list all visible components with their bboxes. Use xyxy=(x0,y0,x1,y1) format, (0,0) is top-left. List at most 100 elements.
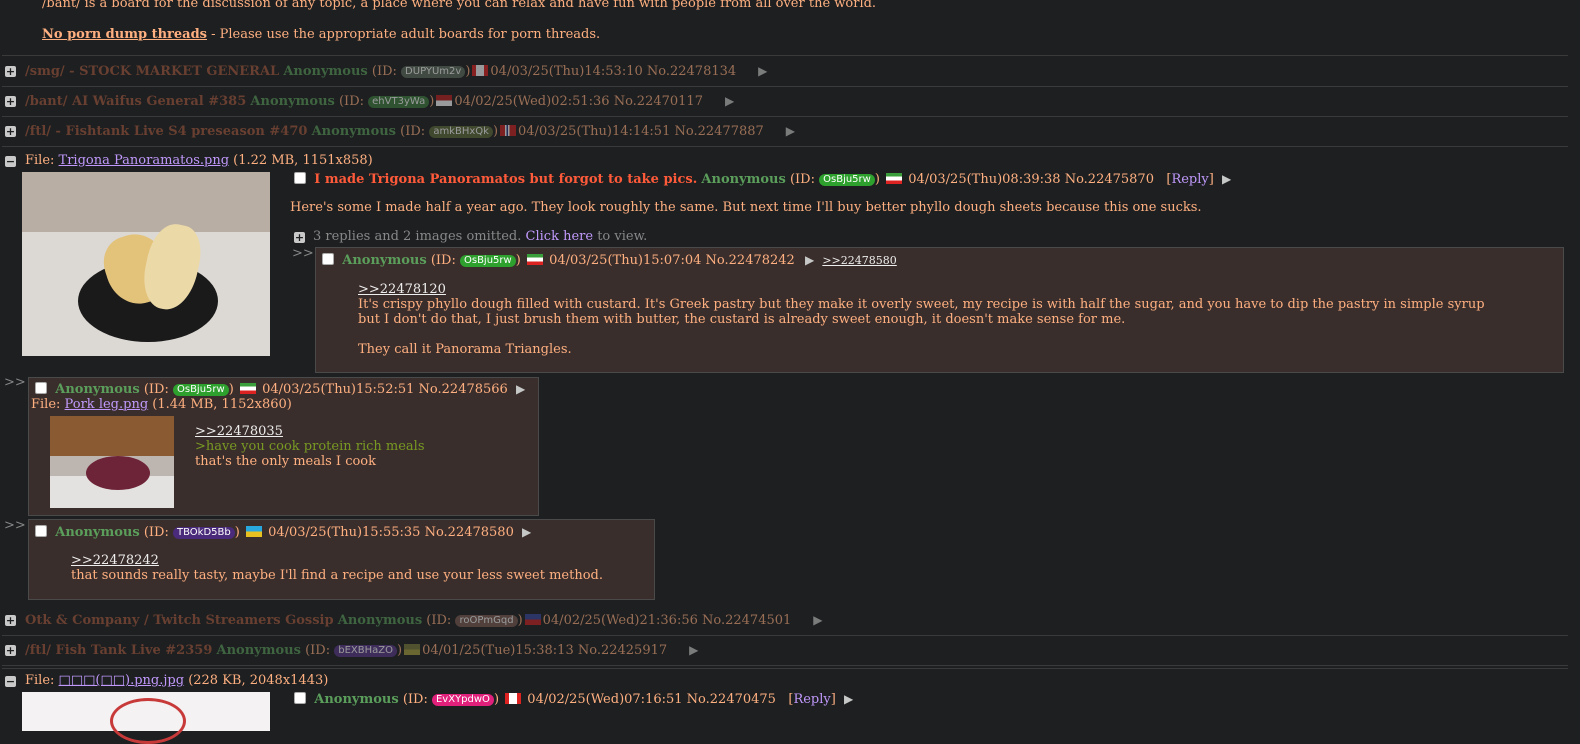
thread-subject: Otk & Company / Twitch Streamers Gossip xyxy=(25,613,334,628)
post-checkbox[interactable] xyxy=(294,172,306,184)
poster-id[interactable]: EvXYpdwO xyxy=(431,694,494,706)
post-date: 04/02/25(Wed)07:16:51 xyxy=(527,692,683,707)
divider xyxy=(2,668,1568,669)
poster-id[interactable]: TBOkD5Bb xyxy=(172,527,235,539)
divider xyxy=(2,635,1568,636)
quote-link[interactable]: >>22478242 xyxy=(71,553,159,568)
rule-rest: - Please use the appropriate adult board… xyxy=(207,27,601,42)
post-number[interactable]: No.22478566 xyxy=(419,382,508,397)
hidden-thread[interactable]: /bant/ AI Waifus General #385 Anonymous … xyxy=(25,94,734,109)
poster-name: Anonymous xyxy=(342,253,427,268)
omitted-text: 3 replies and 2 images omitted. xyxy=(313,229,522,244)
quote-arrow: >> xyxy=(4,375,26,390)
poster-id[interactable]: DUPYUm2v xyxy=(401,66,466,78)
op2-file-link[interactable]: □□□(□□).png.jpg xyxy=(59,673,185,688)
post-number[interactable]: No.22475870 xyxy=(1065,172,1154,187)
post-number[interactable]: No.22477887 xyxy=(675,124,764,139)
hidden-thread[interactable]: /ftl/ - Fishtank Live S4 preseason #470 … xyxy=(25,124,795,139)
post-number[interactable]: No.22470475 xyxy=(687,692,776,707)
post-menu-icon[interactable]: ▶ xyxy=(786,124,795,138)
post-number[interactable]: No.22478242 xyxy=(706,253,795,268)
collapse-thread-icon[interactable]: − xyxy=(5,676,16,687)
expand-thread-icon[interactable]: + xyxy=(5,126,16,137)
poster-name: Anonymous xyxy=(337,613,423,628)
reply-thumbnail[interactable] xyxy=(50,416,174,508)
reply-line: but I don't do that, I just brush them w… xyxy=(358,312,1126,327)
click-here-link[interactable]: Click here xyxy=(526,229,594,244)
post-menu-icon[interactable]: ▶ xyxy=(813,613,822,627)
post-checkbox[interactable] xyxy=(35,525,47,537)
expand-thread-icon[interactable]: + xyxy=(5,645,16,656)
flag-icon xyxy=(436,95,453,106)
poster-id[interactable]: OsBju5rw xyxy=(172,384,229,396)
reply-link[interactable]: Reply xyxy=(1171,172,1208,187)
board-rule: No porn dump threads - Please use the ap… xyxy=(42,27,600,42)
poster-id[interactable]: bEXBHaZO xyxy=(334,645,397,657)
thread-subject: /bant/ AI Waifus General #385 xyxy=(25,94,247,109)
reply-line: that's the only meals I cook xyxy=(195,454,377,469)
hidden-thread[interactable]: /smg/ - STOCK MARKET GENERAL Anonymous (… xyxy=(25,64,767,79)
op-thumbnail[interactable] xyxy=(22,172,270,356)
poster-id[interactable]: roOPmGqd xyxy=(455,615,518,627)
op-subject: I made Trigona Panoramatos but forgot to… xyxy=(314,172,698,187)
quote-link[interactable]: >>22478120 xyxy=(358,282,446,297)
post-checkbox[interactable] xyxy=(294,692,306,704)
post-menu-icon[interactable]: ▶ xyxy=(516,382,525,396)
post-menu-icon[interactable]: ▶ xyxy=(805,253,814,267)
hidden-thread[interactable]: /ftl/ Fish Tank Live #2359 Anonymous (ID… xyxy=(25,643,698,658)
post-checkbox[interactable] xyxy=(35,382,47,394)
post-number[interactable]: No.22470117 xyxy=(614,94,703,109)
reply-link[interactable]: Reply xyxy=(793,692,830,707)
op2-file-info: File: □□□(□□).png.jpg (228 KB, 2048x1443… xyxy=(25,673,328,688)
flag-icon xyxy=(472,65,489,76)
expand-thread-icon[interactable]: + xyxy=(5,66,16,77)
flag-icon xyxy=(245,526,262,537)
poster-id[interactable]: ehVT3yWa xyxy=(368,96,430,108)
flag-icon xyxy=(886,173,903,184)
post-date: 04/03/25(Thu)14:53:10 xyxy=(490,64,643,79)
poster-name: Anonymous xyxy=(250,94,335,109)
post-date: 04/03/25(Thu)15:55:35 xyxy=(268,525,421,540)
expand-replies-icon[interactable]: + xyxy=(294,232,305,243)
post-menu-icon[interactable]: ▶ xyxy=(1222,172,1231,186)
divider xyxy=(2,116,1568,117)
op2-thumbnail[interactable] xyxy=(22,692,270,744)
post-date: 04/03/25(Thu)15:52:51 xyxy=(262,382,415,397)
post-menu-icon[interactable]: ▶ xyxy=(689,643,698,657)
hidden-thread[interactable]: Otk & Company / Twitch Streamers Gossip … xyxy=(25,613,823,628)
expand-thread-icon[interactable]: + xyxy=(5,615,16,626)
poster-name: Anonymous xyxy=(216,643,301,658)
post-menu-icon[interactable]: ▶ xyxy=(844,692,853,706)
poster-id[interactable]: amkBHxQk xyxy=(429,126,493,138)
post-menu-icon[interactable]: ▶ xyxy=(522,525,531,539)
post-checkbox[interactable] xyxy=(322,253,334,265)
file-label: File: xyxy=(31,397,65,412)
file-meta: (1.22 MB, 1151x858) xyxy=(229,153,373,168)
post-number[interactable]: No.22478580 xyxy=(425,525,514,540)
backlink[interactable]: >>22478580 xyxy=(822,254,896,267)
quote-link[interactable]: >>22478035 xyxy=(195,424,283,439)
post-date: 04/03/25(Thu)15:07:04 xyxy=(549,253,702,268)
reply-line: It's crispy phyllo dough filled with cus… xyxy=(358,297,1485,312)
file-label: File: xyxy=(25,153,59,168)
post-menu-icon[interactable]: ▶ xyxy=(725,94,734,108)
post-menu-icon[interactable]: ▶ xyxy=(758,64,767,78)
op-file-link[interactable]: Trigona Panoramatos.png xyxy=(59,153,229,168)
poster-id[interactable]: OsBju5rw xyxy=(459,255,516,267)
op2-header: Anonymous (ID: EvXYpdwO) 04/02/25(Wed)07… xyxy=(294,692,853,707)
reply-post: Anonymous (ID: OsBju5rw) 04/03/25(Thu)15… xyxy=(315,247,1564,373)
post-date: 04/02/25(Wed)02:51:36 xyxy=(454,94,610,109)
reply-post: Anonymous (ID: TBOkD5Bb) 04/03/25(Thu)15… xyxy=(28,519,655,600)
post-date: 04/03/25(Thu)08:39:38 xyxy=(908,172,1061,187)
divider xyxy=(2,665,1568,666)
reply-file-link[interactable]: Pork leg.png xyxy=(65,397,149,412)
post-number[interactable]: No.22474501 xyxy=(702,613,791,628)
reply-header: Anonymous (ID: OsBju5rw) 04/03/25(Thu)15… xyxy=(35,382,525,397)
reply-line: that sounds really tasty, maybe I'll fin… xyxy=(71,568,603,583)
expand-thread-icon[interactable]: + xyxy=(5,96,16,107)
poster-name: Anonymous xyxy=(55,382,140,397)
post-number[interactable]: No.22425917 xyxy=(578,643,667,658)
post-number[interactable]: No.22478134 xyxy=(647,64,736,79)
collapse-thread-icon[interactable]: − xyxy=(5,156,16,167)
poster-id[interactable]: OsBju5rw xyxy=(819,174,875,186)
